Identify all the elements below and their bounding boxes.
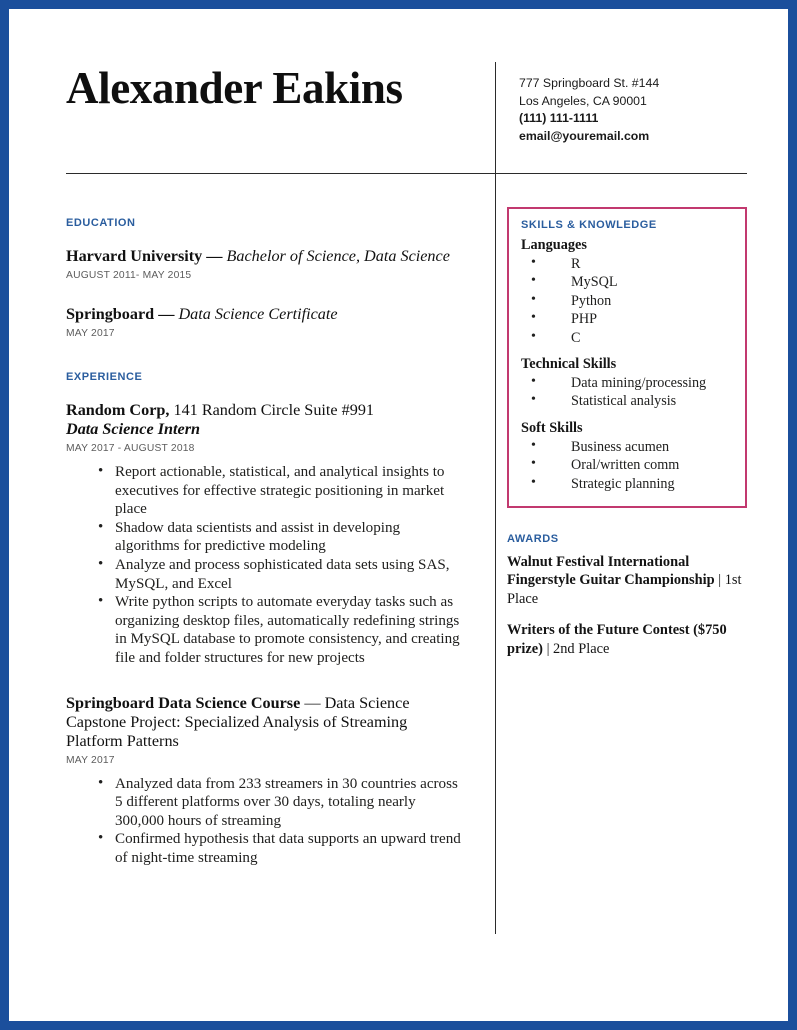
contact-phone: (111) 111-1111 [519,111,599,125]
education-institution: Springboard [66,305,155,323]
skills-group-label: Languages [521,237,587,253]
experience-heading: EXPERIENCE [66,371,143,383]
experience-employer: Springboard Data Science Course [66,693,301,712]
list-item: Business acumen [521,437,733,456]
skills-group-list: Business acumen Oral/written comm Strate… [521,437,733,493]
list-item: C [521,328,733,347]
education-separator: — [154,305,179,323]
skills-heading: SKILLS & KNOWLEDGE [521,219,657,231]
contact-city-state-zip: Los Angeles, CA 90001 [519,93,647,108]
award-placement: | 2nd Place [542,640,610,657]
education-heading: EDUCATION [66,217,136,229]
list-item: Shadow data scientists and assist in dev… [66,518,466,556]
award-item: Walnut Festival International Fingerstyl… [507,553,747,608]
candidate-name: Alexander Eakins [66,63,403,113]
list-item: Oral/written comm [521,455,733,474]
list-item: Analyzed data from 233 streamers in 30 c… [66,774,466,831]
list-item: Report actionable, statistical, and anal… [66,462,466,519]
experience-role: Data Science Intern [66,420,200,438]
experience-entry-title: Random Corp, 141 Random Circle Suite #99… [66,401,466,439]
award-item: Writers of the Future Contest ($750 priz… [507,621,747,658]
list-item: Python [521,291,733,310]
skills-group-label: Soft Skills [521,419,583,436]
resume-page-content: Alexander Eakins 777 Springboard St. #14… [9,9,788,1021]
list-item: PHP [521,309,733,328]
right-column: SKILLS & KNOWLEDGE Languages R MySQL Pyt… [507,207,747,658]
skills-group-list: R MySQL Python PHP C [521,254,733,347]
education-institution: Harvard University [66,247,203,265]
list-item: Statistical analysis [521,391,733,410]
award-name: Writers of the Future Contest ($750 priz… [507,622,727,657]
list-item: Write python scripts to automate everyda… [66,592,466,667]
education-date: AUGUST 2011- MAY 2015 [66,270,192,281]
list-item: Confirmed hypothesis that data supports … [66,829,466,867]
left-column: EDUCATION Harvard University — Bachelor … [66,217,466,868]
experience-entry-title: Springboard Data Science Course — Data S… [66,694,466,751]
resume-page: Alexander Eakins 777 Springboard St. #14… [0,0,797,1030]
experience-date: MAY 2017 [66,754,115,766]
awards-section: AWARDS Walnut Festival International Fin… [507,533,747,658]
education-entry: Springboard — Data Science Certificate M… [66,305,466,339]
experience-bullet-list: Analyzed data from 233 streamers in 30 c… [66,774,466,868]
experience-employer-detail: 141 Random Circle Suite #991 [169,401,375,419]
award-name: Walnut Festival International Fingerstyl… [507,554,715,589]
experience-entry: Random Corp, 141 Random Circle Suite #99… [66,401,466,668]
education-section: EDUCATION Harvard University — Bachelor … [66,217,466,339]
education-entry-title: Springboard — Data Science Certificate [66,305,466,324]
list-item: Analyze and process sophisticated data s… [66,555,466,593]
experience-section: EXPERIENCE Random Corp, 141 Random Circl… [66,371,466,868]
contact-email: email@youremail.com [519,128,650,143]
contact-street: 777 Springboard St. #144 [519,76,660,90]
resume-header: Alexander Eakins 777 Springboard St. #14… [9,9,788,159]
list-item: Strategic planning [521,474,733,493]
experience-bullet-list: Report actionable, statistical, and anal… [66,462,466,668]
experience-entry: Springboard Data Science Course — Data S… [66,694,466,868]
list-item: MySQL [521,272,733,291]
list-item: Data mining/processing [521,373,733,392]
skills-group-list: Data mining/processing Statistical analy… [521,373,733,411]
column-divider-rule [495,62,496,934]
header-divider-rule [66,173,747,174]
education-separator: — [202,247,227,265]
education-credential: Bachelor of Science, Data Science [226,247,450,265]
experience-date: MAY 2017 - AUGUST 2018 [66,443,195,454]
awards-heading: AWARDS [507,533,559,546]
education-entry-title: Harvard University — Bachelor of Science… [66,247,466,266]
skills-group-label: Technical Skills [521,356,617,373]
education-date: MAY 2017 [66,328,115,339]
experience-employer: Random Corp, [66,401,170,419]
list-item: R [521,254,733,273]
education-entry: Harvard University — Bachelor of Science… [66,247,466,281]
skills-and-knowledge-box: SKILLS & KNOWLEDGE Languages R MySQL Pyt… [507,207,747,509]
education-credential: Data Science Certificate [178,305,338,323]
contact-info-block: 777 Springboard St. #144 Los Angeles, CA… [519,75,659,145]
